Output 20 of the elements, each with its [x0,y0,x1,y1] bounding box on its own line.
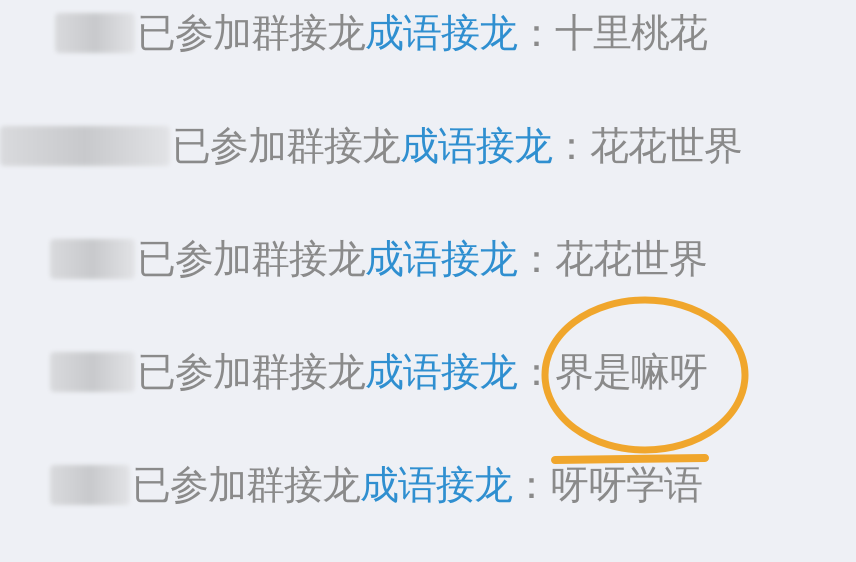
answer-text: 十里桃花 [555,10,707,56]
solitaire-link[interactable]: 成语接龙 [365,352,517,392]
colon-text: ： [517,240,555,278]
join-notice-text: 已参加群接龙 [137,352,365,392]
answer-text: 花花世界 [590,124,742,168]
join-notice-text: 已参加群接龙 [132,466,360,504]
join-notice-text: 已参加群接龙 [137,240,365,278]
answer-text: 花花世界 [555,236,707,282]
answer-text: 呀呀学语 [550,462,702,508]
colon-text: ： [517,352,555,392]
solitaire-link[interactable]: 成语接龙 [400,126,552,166]
answer-text: 界是嘛呀 [555,350,707,394]
colon-text: ： [517,14,555,52]
join-notice-text: 已参加群接龙 [137,14,365,52]
solitaire-link[interactable]: 成语接龙 [365,240,517,278]
colon-text: ： [512,466,550,504]
join-notice-text: 已参加群接龙 [172,126,400,166]
solitaire-link[interactable]: 成语接龙 [360,466,512,504]
solitaire-link[interactable]: 成语接龙 [365,14,517,52]
colon-text: ： [552,126,590,166]
